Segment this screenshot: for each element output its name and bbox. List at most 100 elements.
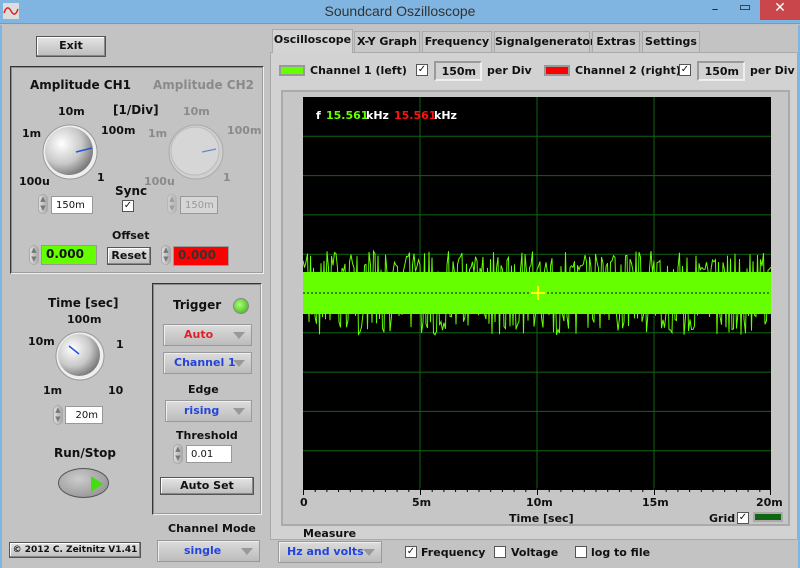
sync-checkbox[interactable]: ✓: [122, 200, 134, 212]
ch2-scale-10m: 10m: [183, 105, 210, 118]
title-bar: Soundcard Oszilloscope – ▭ ✕: [0, 0, 800, 24]
frequency-label: Frequency: [421, 546, 486, 559]
measure-mode-dropdown[interactable]: Hz and volts: [278, 541, 382, 563]
amplitude-ch2-title: Amplitude CH2: [153, 78, 254, 92]
ch2-per-div-label: per Div: [750, 64, 795, 77]
log-to-file-checkbox[interactable]: [575, 546, 587, 558]
ch2-color-swatch[interactable]: [544, 65, 570, 76]
channel-mode-dropdown[interactable]: single: [157, 540, 260, 562]
voltage-checkbox[interactable]: [494, 546, 506, 558]
freq-ch2: 15.561: [394, 109, 437, 122]
auto-set-button[interactable]: Auto Set: [160, 477, 254, 495]
copyright-button[interactable]: © 2012 C. Zeitnitz V1.41: [9, 542, 141, 558]
ch1-amplitude-field[interactable]: 150m: [51, 196, 93, 214]
ch1-color-swatch[interactable]: [279, 65, 305, 76]
tab-extras[interactable]: Extras: [592, 31, 640, 52]
freq-ch2-unit: kHz: [434, 109, 457, 122]
run-stop-label: Run/Stop: [54, 446, 116, 460]
amplitude-ch1-title: Amplitude CH1: [30, 78, 131, 92]
voltage-label: Voltage: [511, 546, 559, 559]
frequency-checkbox[interactable]: ✓: [405, 546, 417, 558]
x-tick-10m: 10m: [526, 496, 553, 509]
maximize-button[interactable]: ▭: [730, 0, 760, 20]
time-scale-100m: 100m: [67, 313, 102, 326]
ch1-scale-100m: 100m: [101, 124, 136, 137]
ch2-scale-100m: 100m: [227, 124, 262, 137]
offset-ch1-field[interactable]: 0.000: [41, 245, 97, 265]
offset-ch1-spinner[interactable]: ▲ ▼: [29, 245, 39, 265]
grid-label: Grid: [709, 512, 736, 525]
amplitude-unit: [1/Div]: [113, 103, 159, 117]
ch2-enable-checkbox[interactable]: ✓: [679, 64, 691, 76]
ch1-per-div-label: per Div: [487, 64, 532, 77]
ch1-scale-1m: 1m: [22, 127, 42, 140]
exit-button[interactable]: Exit: [36, 36, 106, 57]
x-axis-label: Time [sec]: [509, 512, 574, 525]
chevron-down-icon: [233, 408, 245, 415]
ch1-label: Channel 1 (left): [310, 64, 407, 77]
window-title: Soundcard Oszilloscope: [324, 3, 476, 19]
freq-prefix: f: [316, 109, 321, 122]
ch1-scale-10m: 10m: [58, 105, 85, 118]
ch1-scale-1: 1: [97, 171, 105, 184]
time-knob[interactable]: [53, 330, 107, 382]
trigger-title: Trigger: [173, 298, 222, 312]
trigger-channel-dropdown[interactable]: Channel 1: [163, 352, 252, 374]
time-scale-1: 1: [116, 338, 124, 351]
time-scale-10m: 10m: [28, 335, 55, 348]
freq-ch1: 15.561: [326, 109, 369, 122]
log-to-file-label: log to file: [591, 546, 651, 559]
scope-display[interactable]: [303, 97, 771, 490]
tab-xy-graph[interactable]: X-Y Graph: [354, 31, 420, 52]
ch2-amplitude-field: 150m: [180, 196, 218, 214]
play-icon: [91, 476, 103, 492]
tab-frequency[interactable]: Frequency: [422, 31, 492, 52]
offset-ch2-field[interactable]: 0.000: [173, 246, 229, 266]
time-scale-1m: 1m: [43, 384, 63, 397]
trigger-channel-value: Channel 1: [174, 356, 236, 369]
run-stop-button[interactable]: [58, 468, 109, 498]
threshold-spinner[interactable]: ▲ ▼: [173, 444, 183, 464]
x-tick-20m: 20m: [756, 496, 783, 509]
time-field[interactable]: 20m: [65, 406, 103, 424]
measure-mode-value: Hz and volts: [287, 545, 364, 558]
chevron-down-icon: [363, 549, 375, 556]
ch1-enable-checkbox[interactable]: ✓: [416, 64, 428, 76]
ch1-per-div-field[interactable]: 150m: [434, 61, 482, 81]
minimize-button[interactable]: –: [700, 2, 730, 22]
threshold-label: Threshold: [176, 429, 238, 442]
x-axis-ticks: [303, 488, 771, 495]
trigger-mode-value: Auto: [184, 328, 214, 341]
ch1-amplitude-spinner[interactable]: ▲ ▼: [38, 194, 48, 214]
x-tick-0: 0: [300, 496, 308, 509]
ch2-scale-1: 1: [223, 171, 231, 184]
chevron-down-icon: [233, 332, 245, 339]
ch2-scale-100u: 100u: [144, 175, 175, 188]
sync-label: Sync: [115, 184, 148, 198]
chevron-down-icon: [233, 360, 245, 367]
offset-reset-button[interactable]: Reset: [107, 247, 151, 265]
grid-checkbox[interactable]: ✓: [737, 512, 749, 524]
ch2-amplitude-spinner: ▲ ▼: [167, 194, 177, 214]
time-scale-10: 10: [108, 384, 124, 397]
channel-mode-label: Channel Mode: [168, 522, 256, 535]
ch2-scale-1m: 1m: [148, 127, 168, 140]
edge-dropdown[interactable]: rising: [165, 400, 252, 422]
threshold-field[interactable]: 0.01: [186, 445, 232, 463]
offset-ch2-spinner[interactable]: ▲ ▼: [161, 245, 171, 265]
trigger-mode-dropdown[interactable]: Auto: [163, 324, 252, 346]
chevron-down-icon: [241, 548, 253, 555]
time-spinner[interactable]: ▲ ▼: [53, 405, 63, 425]
ch1-scale-100u: 100u: [19, 175, 50, 188]
grid-color-swatch[interactable]: [753, 512, 783, 522]
offset-label: Offset: [112, 229, 150, 242]
ch2-per-div-field[interactable]: 150m: [697, 61, 745, 81]
tab-signalgenerator[interactable]: Signalgenerator: [494, 31, 595, 52]
edge-value: rising: [184, 404, 220, 417]
freq-ch1-unit: kHz: [366, 109, 389, 122]
tab-settings[interactable]: Settings: [642, 31, 700, 52]
tab-oscilloscope[interactable]: Oscilloscope: [272, 29, 353, 53]
x-tick-15m: 15m: [642, 496, 669, 509]
close-button[interactable]: ✕: [760, 0, 800, 20]
time-title: Time [sec]: [48, 296, 119, 310]
